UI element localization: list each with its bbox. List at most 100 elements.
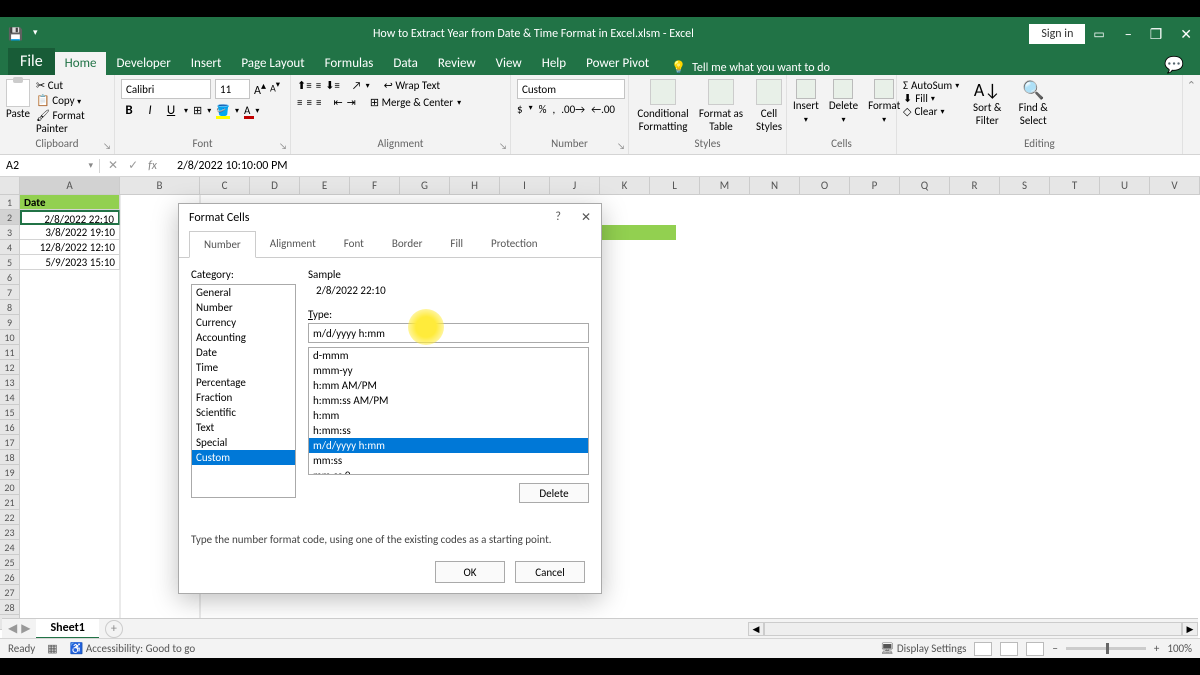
col-header[interactable]: E — [300, 177, 350, 195]
type-item[interactable]: mm:ss — [309, 453, 588, 468]
row-header[interactable]: 18 — [0, 450, 20, 465]
clipboard-launcher-icon[interactable]: ↘ — [103, 141, 111, 152]
left-align-icon[interactable]: ≡ — [297, 96, 302, 109]
number-format-select[interactable] — [517, 79, 625, 99]
tab-home[interactable]: Home — [55, 52, 107, 75]
col-header[interactable]: G — [400, 177, 450, 195]
decrease-font-icon[interactable]: A▾ — [270, 79, 280, 99]
category-item[interactable]: Fraction — [192, 390, 295, 405]
tab-file[interactable]: File — [8, 48, 55, 75]
maximize-icon[interactable]: ❐ — [1150, 26, 1163, 43]
tab-power-pivot[interactable]: Power Pivot — [576, 52, 659, 75]
decrease-indent-icon[interactable]: ⇤ — [333, 96, 342, 109]
decrease-decimal-icon[interactable]: ←.00 — [591, 103, 615, 116]
insert-button[interactable]: Insert▾ — [793, 79, 819, 125]
page-layout-view-icon[interactable] — [1000, 642, 1018, 656]
display-settings-button[interactable]: 🖥 Display Settings — [880, 642, 966, 655]
formula-value[interactable]: 2/8/2022 10:10:00 PM — [171, 159, 288, 173]
increase-indent-icon[interactable]: ⇥ — [347, 96, 356, 109]
enter-formula-icon[interactable]: ✓ — [128, 158, 138, 173]
fill-color-icon[interactable]: 🪣 — [216, 104, 230, 117]
next-sheet-icon[interactable]: ▶ — [21, 621, 30, 636]
autosum-button[interactable]: Σ AutoSum ▾ — [903, 79, 959, 92]
cell-a4[interactable]: 12/8/2022 12:10 — [20, 240, 120, 255]
type-item[interactable]: d-mmm — [309, 348, 588, 363]
wrap-text-button[interactable]: ↩ Wrap Text — [384, 79, 441, 92]
type-item[interactable]: mmm-yy — [309, 363, 588, 378]
col-header-b[interactable]: B — [120, 177, 200, 195]
delete-format-button[interactable]: Delete — [519, 483, 589, 503]
close-dialog-icon[interactable]: ✕ — [581, 210, 591, 225]
row-header[interactable]: 11 — [0, 345, 20, 360]
tab-help[interactable]: Help — [532, 52, 576, 75]
dialog-tab-border[interactable]: Border — [378, 231, 437, 257]
row-header[interactable]: 26 — [0, 570, 20, 585]
ribbon-display-icon[interactable]: ▭ — [1093, 27, 1104, 42]
type-item[interactable]: mm:ss.0 — [309, 468, 588, 475]
type-input[interactable] — [308, 323, 589, 343]
cell-a2[interactable]: 2/8/2022 22:10 — [20, 210, 120, 225]
comma-icon[interactable]: , — [552, 103, 555, 116]
category-item[interactable]: Date — [192, 345, 295, 360]
row-header[interactable]: 3 — [0, 225, 20, 240]
share-icon[interactable]: 💬 — [1164, 55, 1184, 75]
dialog-tab-protection[interactable]: Protection — [477, 231, 552, 257]
col-header[interactable]: R — [950, 177, 1000, 195]
sheet-tab-sheet1[interactable]: Sheet1 — [36, 619, 98, 639]
row-header[interactable]: 17 — [0, 435, 20, 450]
type-item[interactable]: h:mm:ss — [309, 423, 588, 438]
tab-data[interactable]: Data — [383, 52, 428, 75]
close-icon[interactable]: ✕ — [1180, 26, 1192, 43]
col-header[interactable]: P — [850, 177, 900, 195]
cell-a3[interactable]: 3/8/2022 19:10 — [20, 225, 120, 240]
col-header[interactable]: S — [1000, 177, 1050, 195]
row-header[interactable]: 10 — [0, 330, 20, 345]
col-header[interactable]: K — [600, 177, 650, 195]
row-header[interactable]: 25 — [0, 555, 20, 570]
increase-decimal-icon[interactable]: .00→ — [561, 103, 585, 116]
tab-insert[interactable]: Insert — [181, 52, 232, 75]
alignment-launcher-icon[interactable]: ↘ — [499, 141, 507, 152]
type-item[interactable]: h:mm:ss AM/PM — [309, 393, 588, 408]
save-icon[interactable]: 💾 — [8, 27, 23, 42]
dialog-tab-fill[interactable]: Fill — [436, 231, 477, 257]
category-item[interactable]: Accounting — [192, 330, 295, 345]
col-header[interactable]: M — [700, 177, 750, 195]
dialog-tab-font[interactable]: Font — [330, 231, 378, 257]
format-as-table-button[interactable]: Format as Table — [697, 79, 745, 133]
col-header[interactable]: H — [450, 177, 500, 195]
row-header[interactable]: 1 — [0, 195, 20, 210]
row-header[interactable]: 5 — [0, 255, 20, 270]
zoom-level[interactable]: 100% — [1167, 642, 1192, 655]
col-header[interactable]: Q — [900, 177, 950, 195]
zoom-in-icon[interactable]: + — [1154, 642, 1159, 655]
tellme-search[interactable]: 💡 Tell me what you want to do — [671, 60, 830, 75]
font-size-select[interactable] — [215, 79, 250, 99]
row-header[interactable]: 13 — [0, 375, 20, 390]
dialog-tab-number[interactable]: Number — [189, 231, 256, 258]
category-item[interactable]: Text — [192, 420, 295, 435]
cell-styles-button[interactable]: Cell Styles — [751, 79, 787, 133]
col-header[interactable]: L — [650, 177, 700, 195]
conditional-formatting-button[interactable]: Conditional Formatting — [635, 79, 691, 133]
accessibility-status[interactable]: ♿ Accessibility: Good to go — [70, 642, 196, 655]
col-header[interactable]: I — [500, 177, 550, 195]
tab-review[interactable]: Review — [428, 52, 486, 75]
row-header[interactable]: 28 — [0, 600, 20, 615]
row-header[interactable]: 16 — [0, 420, 20, 435]
row-header[interactable]: 9 — [0, 315, 20, 330]
horizontal-scrollbar[interactable]: ◀ ▶ — [748, 622, 1198, 636]
category-item[interactable]: Currency — [192, 315, 295, 330]
type-list[interactable]: d-mmmmmm-yyh:mm AM/PMh:mm:ss AM/PMh:mmh:… — [308, 347, 589, 475]
normal-view-icon[interactable] — [974, 642, 992, 656]
percent-icon[interactable]: % — [539, 103, 547, 116]
cell-a1[interactable]: Date — [20, 195, 120, 210]
name-box[interactable]: A2▾ — [0, 159, 100, 173]
col-header[interactable]: D — [250, 177, 300, 195]
delete-button[interactable]: Delete▾ — [829, 79, 858, 125]
sort-filter-button[interactable]: A↓Sort & Filter — [969, 79, 1005, 127]
col-header[interactable]: U — [1100, 177, 1150, 195]
scroll-right-icon[interactable]: ▶ — [1182, 622, 1198, 636]
col-header[interactable]: F — [350, 177, 400, 195]
col-header[interactable]: V — [1150, 177, 1200, 195]
